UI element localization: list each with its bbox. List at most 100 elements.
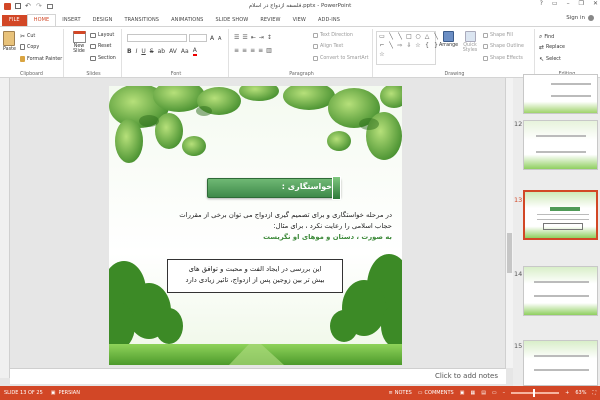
- decrease-indent-icon[interactable]: ⇤: [251, 34, 256, 41]
- arrow-shape-icon[interactable]: ⇩: [405, 42, 413, 50]
- grow-font-button[interactable]: A: [210, 35, 214, 42]
- font-name-box[interactable]: [127, 34, 187, 42]
- help-icon[interactable]: ?: [540, 0, 543, 7]
- bullets-icon[interactable]: ☰: [234, 34, 239, 41]
- convert-smartart-button[interactable]: Convert to SmartArt: [313, 56, 368, 61]
- change-case-icon[interactable]: Aa: [181, 48, 189, 55]
- format-painter-button[interactable]: Format Painter: [20, 56, 62, 62]
- zoom-out-icon[interactable]: –: [503, 390, 506, 396]
- line-shape-icon[interactable]: ╲: [387, 33, 395, 41]
- text-direction-button[interactable]: Text Direction: [313, 33, 353, 38]
- tab-design[interactable]: DESIGN: [87, 15, 119, 26]
- drawing-group-label: Drawing: [444, 72, 465, 77]
- align-text-button[interactable]: Align Text: [313, 44, 343, 49]
- tab-home[interactable]: HOME: [26, 14, 57, 26]
- tab-file[interactable]: FILE: [2, 15, 27, 26]
- language-indicator[interactable]: PERSIAN: [58, 390, 79, 396]
- shape-effects-button[interactable]: Shape Effects: [483, 56, 523, 61]
- elbow-connector-icon[interactable]: ⌐: [378, 42, 386, 50]
- scrollbar-thumb[interactable]: [507, 233, 512, 273]
- replace-button[interactable]: ⇄ Replace: [539, 44, 565, 51]
- zoom-in-icon[interactable]: +: [565, 390, 569, 396]
- font-size-box[interactable]: [189, 34, 207, 42]
- shape-fill-button[interactable]: Shape Fill: [483, 33, 513, 38]
- tab-slide-show[interactable]: SLIDE SHOW: [209, 15, 254, 26]
- align-left-icon[interactable]: ≡: [234, 47, 239, 54]
- slide-sorter-icon[interactable]: ▦: [470, 390, 475, 396]
- arrow-shape-icon[interactable]: ⇨: [396, 42, 404, 50]
- notes-button[interactable]: ≡ NOTES: [389, 390, 412, 396]
- slide-show-icon[interactable]: ▭: [492, 390, 497, 396]
- tab-insert[interactable]: INSERT: [56, 15, 86, 26]
- new-slide-icon: [72, 31, 86, 43]
- zoom-slider[interactable]: [511, 389, 560, 397]
- italic-icon[interactable]: I: [136, 48, 138, 55]
- proofing-icon[interactable]: ▣: [51, 390, 56, 396]
- brace-shape-icon[interactable]: {: [423, 42, 431, 50]
- paste-button[interactable]: Paste: [3, 31, 16, 52]
- tab-add-ins[interactable]: ADD-INS: [312, 15, 346, 26]
- slide-thumbnail-12[interactable]: [523, 74, 598, 114]
- notes-pane[interactable]: Click to add notes: [10, 368, 506, 384]
- star-shape-icon[interactable]: ☆: [378, 51, 386, 59]
- align-right-icon[interactable]: ≡: [250, 47, 255, 54]
- tab-transitions[interactable]: TRANSITIONS: [118, 15, 165, 26]
- sign-in[interactable]: Sign in: [566, 15, 594, 21]
- copy-button[interactable]: Copy: [20, 44, 39, 50]
- layout-button[interactable]: Layout: [90, 33, 114, 38]
- tab-animations[interactable]: ANIMATIONS: [165, 15, 209, 26]
- underline-icon[interactable]: U: [141, 48, 145, 55]
- slide-thumbnail-15[interactable]: [523, 340, 598, 386]
- line-shape-icon[interactable]: ╲: [387, 42, 395, 50]
- shrink-font-button[interactable]: A: [218, 36, 221, 42]
- slide-thumbnail-14[interactable]: [523, 266, 598, 316]
- zoom-level[interactable]: 63%: [575, 390, 586, 396]
- minimize-icon[interactable]: –: [567, 0, 570, 7]
- line-spacing-icon[interactable]: ↕: [267, 34, 272, 41]
- textbox-shape-icon[interactable]: ▭: [378, 33, 386, 41]
- align-center-icon[interactable]: ≡: [242, 47, 247, 54]
- shape-outline-button[interactable]: Shape Outline: [483, 44, 524, 49]
- comments-button[interactable]: ▭ COMMENTS: [418, 390, 454, 396]
- tab-review[interactable]: REVIEW: [254, 15, 286, 26]
- restore-icon[interactable]: ❐: [579, 0, 584, 7]
- zoom-slider-thumb[interactable]: [533, 389, 536, 397]
- fit-slide-icon[interactable]: ⛶: [592, 390, 596, 396]
- user-icon: [588, 15, 594, 21]
- font-color-icon[interactable]: A: [192, 47, 197, 56]
- bold-icon[interactable]: B: [127, 48, 132, 55]
- new-slide-button[interactable]: New Slide: [69, 31, 89, 54]
- slide-canvas[interactable]: خواستگاری : در مرحله خواستگاری و برای تص…: [109, 86, 402, 365]
- find-button[interactable]: ⌕ Find: [539, 33, 554, 41]
- select-button[interactable]: ↖ Select: [539, 56, 561, 63]
- star-shape-icon[interactable]: ☆: [414, 42, 422, 50]
- increase-indent-icon[interactable]: ⇥: [259, 34, 264, 41]
- shapes-gallery[interactable]: ▭ ╲ ╲ □ ○ △ ╲ ⌐ ╲ ⇨ ⇩ ☆ { } ☆: [376, 31, 438, 65]
- cut-button[interactable]: ✂ Cut: [20, 33, 35, 40]
- note-line-2: بیش تر بین زوجین پس از ازدواج، تاثیر زیا…: [185, 276, 325, 284]
- char-spacing-icon[interactable]: AV: [169, 48, 177, 55]
- arrange-button[interactable]: Arrange: [439, 31, 458, 48]
- rectangle-shape-icon[interactable]: □: [405, 33, 413, 41]
- slide-thumbnail-12-preview[interactable]: [523, 120, 598, 170]
- numbering-icon[interactable]: ☰: [242, 34, 247, 41]
- reset-button[interactable]: Reset: [90, 44, 111, 49]
- columns-icon[interactable]: ▥: [266, 47, 272, 54]
- section-button[interactable]: Section: [90, 56, 116, 61]
- triangle-shape-icon[interactable]: △: [423, 33, 431, 41]
- vertical-scrollbar[interactable]: [505, 78, 513, 368]
- shadow-icon[interactable]: ab: [158, 48, 166, 55]
- slide-thumbnail-13[interactable]: [523, 190, 598, 240]
- strikethrough-icon[interactable]: S: [150, 48, 154, 55]
- tab-view[interactable]: VIEW: [287, 15, 312, 26]
- line-shape-icon[interactable]: ╲: [396, 33, 404, 41]
- drawing-group: ▭ ╲ ╲ □ ○ △ ╲ ⌐ ╲ ⇨ ⇩ ☆ { } ☆ Arrange Qu…: [375, 29, 535, 77]
- close-icon[interactable]: ✕: [593, 0, 598, 7]
- justify-icon[interactable]: ≡: [258, 47, 263, 54]
- reading-view-icon[interactable]: ▤: [481, 390, 486, 396]
- ribbon-display-icon[interactable]: ▭: [552, 0, 558, 7]
- oval-shape-icon[interactable]: ○: [414, 33, 422, 41]
- paint-bucket-icon: [483, 33, 488, 38]
- normal-view-icon[interactable]: ▣: [460, 390, 465, 396]
- quick-styles-button[interactable]: Quick Styles: [461, 31, 479, 53]
